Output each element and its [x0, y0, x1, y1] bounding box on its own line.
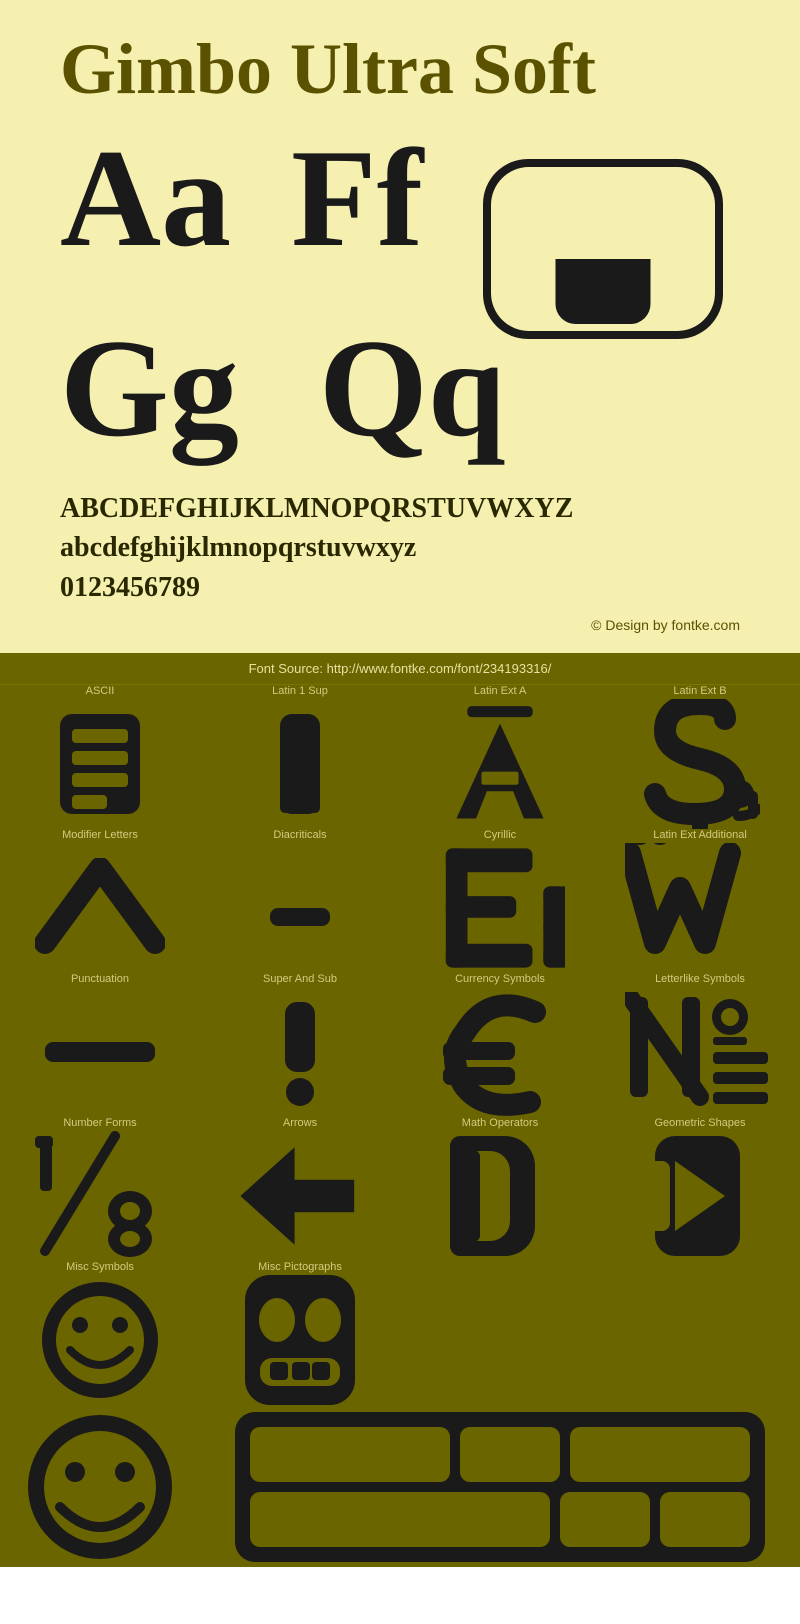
cell-latinextb[interactable]: Latin Ext B	[600, 685, 800, 829]
cell-mathop[interactable]: Math Operators	[400, 1117, 600, 1261]
cell-letterlike[interactable]: Letterlike Symbols	[600, 973, 800, 1117]
icon-latinexta	[410, 699, 590, 829]
glyph-row-3: Punctuation Super And Sub Currency Symbo…	[0, 973, 800, 1117]
cell-big-block[interactable]	[200, 1405, 800, 1567]
top-section: Gimbo Ultra Soft Aa Ff Gg Qq ABCDEFGHIJK…	[0, 0, 800, 653]
glyph-row-2: Modifier Letters Diacriticals Cyrillic	[0, 829, 800, 973]
icon-arrows	[210, 1131, 390, 1261]
cell-punctuation[interactable]: Punctuation	[0, 973, 200, 1117]
icon-miscpict	[210, 1275, 390, 1405]
font-source[interactable]: Font Source: http://www.fontke.com/font/…	[0, 653, 800, 685]
icon-empty1	[410, 1263, 590, 1393]
font-title: Gimbo Ultra Soft	[60, 30, 740, 109]
icon-empty2	[610, 1263, 790, 1393]
label-latinexta: Latin Ext A	[474, 685, 527, 697]
cell-modifier[interactable]: Modifier Letters	[0, 829, 200, 973]
label-ascii: ASCII	[86, 685, 115, 697]
alphabet-section: ABCDEFGHIJKLMNOPQRSTUVWXYZ abcdefghijklm…	[60, 489, 740, 607]
icon-big-block	[230, 1407, 770, 1567]
label-arrows: Arrows	[283, 1117, 317, 1129]
label-punctuation: Punctuation	[71, 973, 129, 985]
alphabet-numbers: 0123456789	[60, 568, 740, 607]
cell-diacriticals[interactable]: Diacriticals	[200, 829, 400, 973]
icon-ascii	[10, 699, 190, 829]
bottom-section: Font Source: http://www.fontke.com/font/…	[0, 653, 800, 1567]
label-geoshapes: Geometric Shapes	[654, 1117, 745, 1129]
label-cyrillic: Cyrillic	[484, 829, 516, 841]
icon-latinextb	[610, 699, 790, 829]
label-superandsub: Super And Sub	[263, 973, 337, 985]
label-latinextadd: Latin Ext Additional	[653, 829, 747, 841]
icon-modifier	[10, 843, 190, 973]
icon-geoshapes	[610, 1131, 790, 1261]
glyph-aa: Aa	[60, 129, 231, 269]
cell-numberforms[interactable]: Number Forms	[0, 1117, 200, 1261]
icon-misc	[10, 1275, 190, 1405]
alphabet-uppercase: ABCDEFGHIJKLMNOPQRSTUVWXYZ	[60, 489, 740, 528]
cell-superandsub[interactable]: Super And Sub	[200, 973, 400, 1117]
label-latin1sup: Latin 1 Sup	[272, 685, 328, 697]
icon-latin1sup	[210, 699, 390, 829]
label-numberforms: Number Forms	[63, 1117, 136, 1129]
cell-empty1	[400, 1261, 600, 1405]
icon-superandsub	[210, 987, 390, 1117]
cell-cyrillic[interactable]: Cyrillic	[400, 829, 600, 973]
glyph-ff: Ff	[291, 129, 423, 269]
label-modifier: Modifier Letters	[62, 829, 138, 841]
cell-geoshapes[interactable]: Geometric Shapes	[600, 1117, 800, 1261]
icon-numberforms	[10, 1131, 190, 1261]
icon-currency	[410, 987, 590, 1117]
icon-punctuation	[10, 987, 190, 1117]
cell-misc[interactable]: Misc Symbols	[0, 1261, 200, 1405]
cell-currency[interactable]: Currency Symbols	[400, 973, 600, 1117]
cell-empty2	[600, 1261, 800, 1405]
label-mathop: Math Operators	[462, 1117, 538, 1129]
glyph-row-4: Number Forms Arrows	[0, 1117, 800, 1261]
icon-cyrillic	[410, 843, 590, 973]
label-diacriticals: Diacriticals	[273, 829, 326, 841]
glyph-row-6	[0, 1405, 800, 1567]
icon-latinextadd	[610, 843, 790, 973]
glyph-row-1: ASCII Latin 1 Sup	[0, 685, 800, 829]
icon-big-smiley	[5, 1407, 195, 1567]
icon-mathop	[410, 1131, 590, 1261]
cell-latin1sup[interactable]: Latin 1 Sup	[200, 685, 400, 829]
glyph-row-5: Misc Symbols Misc Pictographs	[0, 1261, 800, 1405]
copyright: © Design by fontke.com	[60, 617, 740, 633]
glyph-qq: Qq	[319, 319, 506, 459]
label-letterlike: Letterlike Symbols	[655, 973, 745, 985]
cell-big-smiley[interactable]	[0, 1405, 200, 1567]
icon-diacriticals	[210, 843, 390, 973]
cell-arrows[interactable]: Arrows	[200, 1117, 400, 1261]
cell-miscpict[interactable]: Misc Pictographs	[200, 1261, 400, 1405]
label-currency: Currency Symbols	[455, 973, 545, 985]
glyph-gg: Gg	[60, 319, 239, 459]
label-latinextb: Latin Ext B	[673, 685, 726, 697]
cell-latinextadd[interactable]: Latin Ext Additional	[600, 829, 800, 973]
icon-letterlike	[610, 987, 790, 1117]
cell-latinexta[interactable]: Latin Ext A	[400, 685, 600, 829]
cell-ascii[interactable]: ASCII	[0, 685, 200, 829]
alphabet-lowercase: abcdefghijklmnopqrstuvwxyz	[60, 528, 740, 567]
